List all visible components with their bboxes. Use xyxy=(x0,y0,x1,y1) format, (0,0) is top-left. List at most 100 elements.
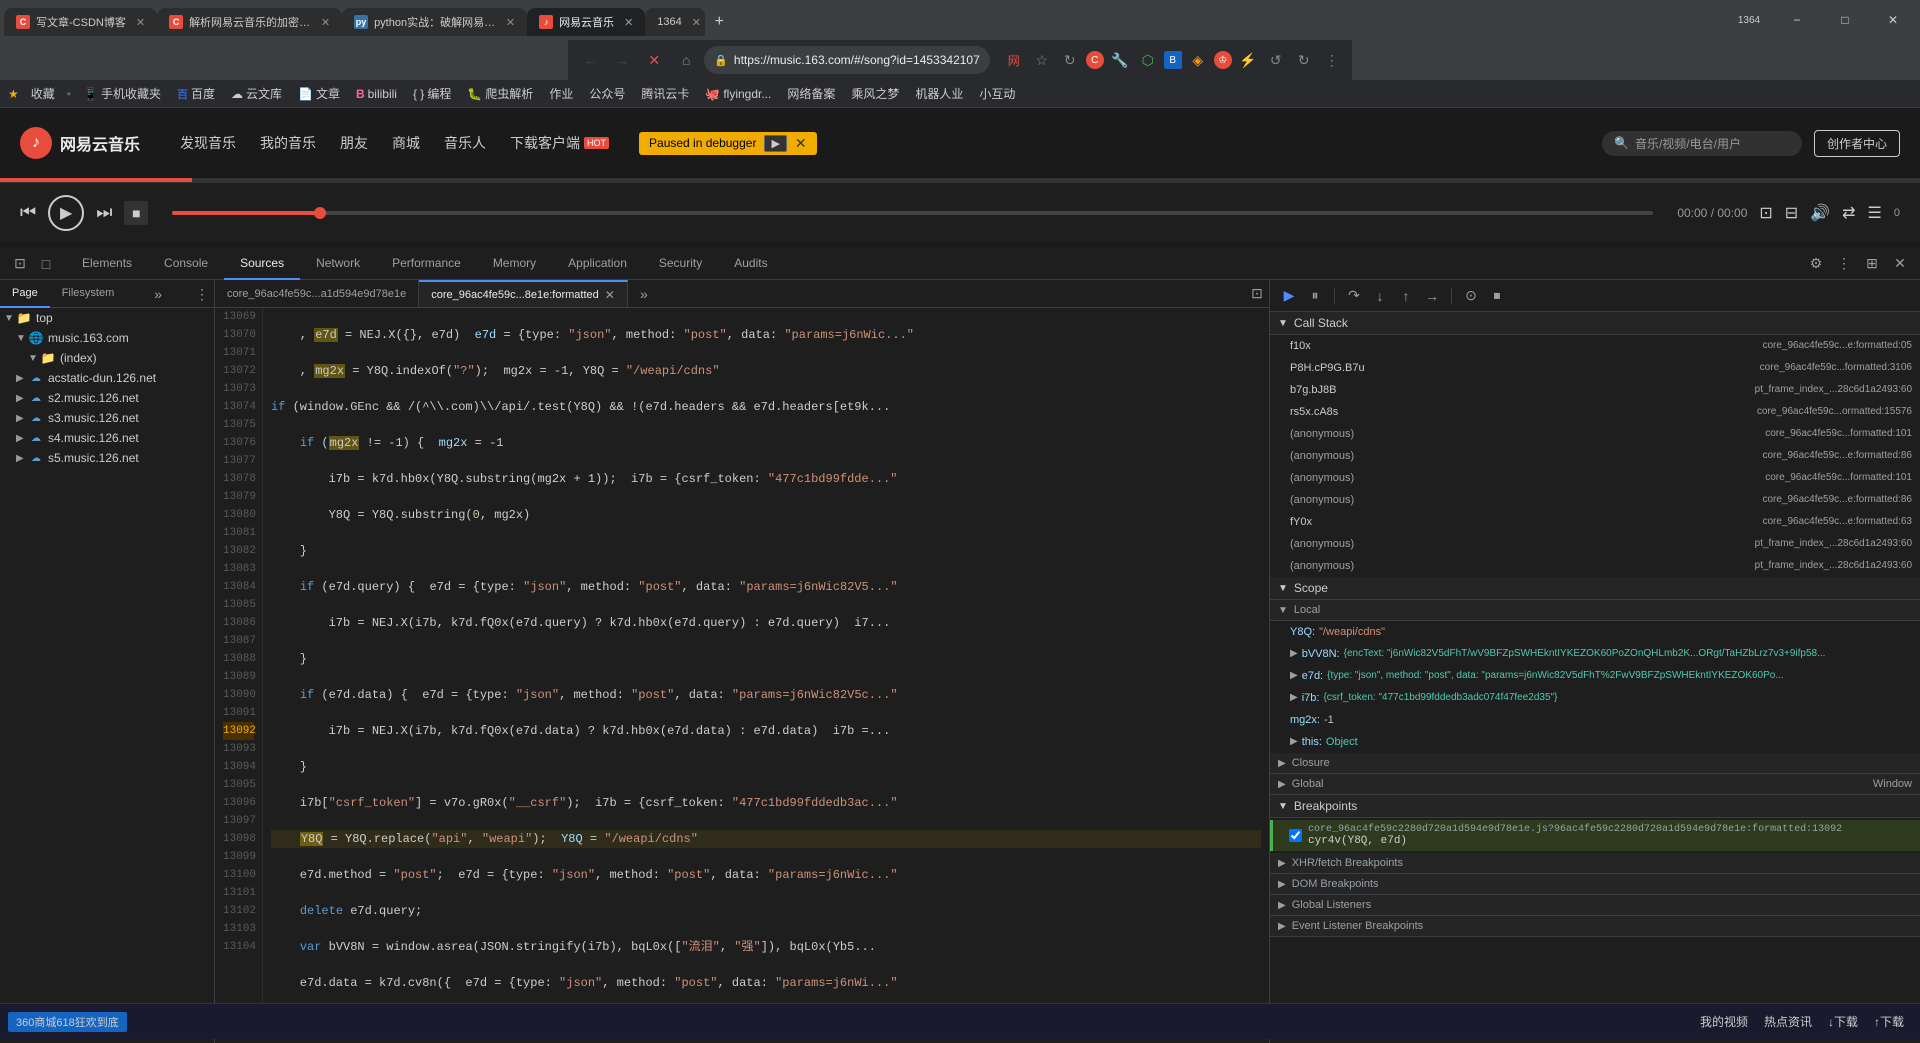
tab-1-close[interactable]: ✕ xyxy=(136,16,145,29)
window-close[interactable]: ✕ xyxy=(1870,4,1916,36)
sidebar-tab-page[interactable]: Page xyxy=(0,280,50,308)
breakpoints-header[interactable]: ▼ Breakpoints xyxy=(1270,795,1920,818)
share-icon[interactable]: ⊟ xyxy=(1785,203,1798,223)
prev-button[interactable]: ⏮ xyxy=(20,202,36,223)
step-out-btn[interactable]: ↑ xyxy=(1395,285,1417,307)
play-button[interactable]: ▶ xyxy=(48,195,84,231)
call-stack-item-7[interactable]: (anonymous) core_96ac4fe59c...e:formatte… xyxy=(1270,489,1920,511)
bm-item-homework[interactable]: 作业 xyxy=(545,83,577,104)
scope-item-mg2x[interactable]: mg2x: -1 xyxy=(1270,709,1920,731)
ext5-icon[interactable]: ◈ xyxy=(1186,48,1210,72)
shuffle-icon[interactable]: ⇄ xyxy=(1842,203,1855,223)
event-listener-header[interactable]: ▶ Event Listener Breakpoints xyxy=(1270,916,1920,937)
tree-item-s4[interactable]: ▶ ☁ s4.music.126.net xyxy=(0,428,214,448)
list-icon[interactable]: ☰ xyxy=(1868,203,1882,223)
expand-this[interactable]: ▶ xyxy=(1290,733,1298,751)
star-icon[interactable]: ☆ xyxy=(1030,48,1054,72)
forward-button[interactable]: → xyxy=(608,46,636,74)
taskbar-item-360[interactable]: 360商城618狂欢到底 xyxy=(8,1012,127,1032)
tab-2-close[interactable]: ✕ xyxy=(321,16,330,29)
browser-tab-5[interactable]: 1364 ✕ xyxy=(645,8,705,36)
nav-download[interactable]: 下载客户端 HOT xyxy=(510,129,609,157)
scope-header[interactable]: ▼ Scope xyxy=(1270,577,1920,600)
ext4-icon[interactable]: B xyxy=(1164,51,1182,69)
browser-tab-2[interactable]: C 解析网易云音乐的加密方式 - 简... ✕ xyxy=(157,8,342,36)
tab-performance[interactable]: Performance xyxy=(376,248,477,280)
volume-icon[interactable]: 🔊 xyxy=(1810,203,1830,223)
bm-item-robot[interactable]: 机器人业 xyxy=(911,83,967,104)
progress-bar[interactable] xyxy=(172,211,1653,215)
rotate-right-icon[interactable]: ↻ xyxy=(1292,48,1316,72)
close-devtools-icon[interactable]: ✕ xyxy=(1888,252,1912,276)
call-stack-item-8[interactable]: fY0x core_96ac4fe59c...e:formatted:63 xyxy=(1270,511,1920,533)
heart-icon[interactable]: ⊡ xyxy=(1759,203,1772,223)
call-stack-item-10[interactable]: (anonymous) pt_frame_index_...28c6d1a249… xyxy=(1270,555,1920,577)
ext3-icon[interactable]: ⬡ xyxy=(1136,48,1160,72)
expand-bvv8n[interactable]: ▶ xyxy=(1290,645,1298,663)
tree-item-top[interactable]: ▼ 📁 top xyxy=(0,308,214,328)
device-icon[interactable]: □ xyxy=(34,252,58,276)
netease-logo[interactable]: ♪ 网易云音乐 xyxy=(20,127,140,159)
expand-i7b[interactable]: ▶ xyxy=(1290,689,1298,707)
tab-network[interactable]: Network xyxy=(300,248,376,280)
deactivate-btn[interactable]: ⊙ xyxy=(1460,285,1482,307)
detach-icon[interactable]: ⊞ xyxy=(1860,252,1884,276)
bm-item-tencent[interactable]: 腾讯云卡 xyxy=(637,83,693,104)
nav-friends[interactable]: 朋友 xyxy=(340,129,368,157)
tab-4-close[interactable]: ✕ xyxy=(624,16,633,29)
nav-discover[interactable]: 发现音乐 xyxy=(180,129,236,157)
browser-tab-3[interactable]: py python实战：破解网易云音乐p... ✕ xyxy=(342,8,527,36)
xhr-header[interactable]: ▶ XHR/fetch Breakpoints xyxy=(1270,853,1920,874)
dom-header[interactable]: ▶ DOM Breakpoints xyxy=(1270,874,1920,895)
bm-item-xiaohudong[interactable]: 小互动 xyxy=(975,83,1019,104)
scope-item-bvv8n[interactable]: ▶ bVV8N: {encText: "j6nWic82V5dFhT/wV9BF… xyxy=(1270,643,1920,665)
search-box[interactable]: 🔍 音乐/视频/电台/用户 xyxy=(1602,131,1802,156)
breakpoint-item-0[interactable]: core_96ac4fe59c2280d720a1d594e9d78e1e.js… xyxy=(1270,820,1920,851)
code-view[interactable]: 13069 13070 13071 13072 13073 13074 1307… xyxy=(215,308,1269,1011)
tab-memory[interactable]: Memory xyxy=(477,248,552,280)
resume-debug-btn[interactable]: ▶ xyxy=(764,135,786,152)
new-tab-button[interactable]: + xyxy=(705,8,733,36)
step-into-btn[interactable]: ↓ xyxy=(1369,285,1391,307)
scope-item-y8q[interactable]: Y8Q: "/weapi/cdns" xyxy=(1270,621,1920,643)
tab-application[interactable]: Application xyxy=(552,248,643,280)
menu-icon[interactable]: ⋮ xyxy=(1320,48,1344,72)
bm-item-baidu[interactable]: 百 百度 xyxy=(173,83,219,104)
editor-tab-2[interactable]: core_96ac4fe59c...8e1e:formatted ✕ xyxy=(419,280,628,308)
call-stack-item-2[interactable]: b7g.bJ8B pt_frame_index_...28c6d1a2493:6… xyxy=(1270,379,1920,401)
settings-icon[interactable]: ⚙ xyxy=(1804,252,1828,276)
taskbar-upload[interactable]: ↑下载 xyxy=(1874,1013,1904,1030)
window-maximize[interactable]: □ xyxy=(1822,4,1868,36)
call-stack-item-0[interactable]: f10x core_96ac4fe59c...e:formatted:05 xyxy=(1270,335,1920,357)
sidebar-options-btn[interactable]: ⋮ xyxy=(190,280,214,308)
closure-header[interactable]: ▶ Closure xyxy=(1270,753,1920,774)
window-minimize[interactable]: − xyxy=(1774,4,1820,36)
bm-item-article[interactable]: 📄 文章 xyxy=(294,83,344,104)
resume-button[interactable]: ▶ xyxy=(1278,285,1300,307)
tree-item-music163[interactable]: ▼ 🌐 music.163.com xyxy=(0,328,214,348)
nav-musician[interactable]: 音乐人 xyxy=(444,129,486,157)
address-bar[interactable]: 🔒 https://music.163.com/#/song?id=145334… xyxy=(704,46,990,74)
call-stack-item-9[interactable]: (anonymous) pt_frame_index_...28c6d1a249… xyxy=(1270,533,1920,555)
bm-item-yunwenku[interactable]: ☁ 云文库 xyxy=(227,83,286,104)
scope-item-e7d[interactable]: ▶ e7d: {type: "json", method: "post", da… xyxy=(1270,665,1920,687)
tree-item-s2[interactable]: ▶ ☁ s2.music.126.net xyxy=(0,388,214,408)
scope-item-this[interactable]: ▶ this: Object xyxy=(1270,731,1920,753)
editor-tab-2-close[interactable]: ✕ xyxy=(605,288,615,302)
bm-item-flyingdr[interactable]: 🐙 flyingdr... xyxy=(701,85,775,103)
global-scope-header[interactable]: ▶ Global Window xyxy=(1270,774,1920,795)
editor-tabs-more[interactable]: » xyxy=(632,282,656,306)
rotate-left-icon[interactable]: ↺ xyxy=(1264,48,1288,72)
call-stack-item-5[interactable]: (anonymous) core_96ac4fe59c...e:formatte… xyxy=(1270,445,1920,467)
sidebar-tab-filesystem[interactable]: Filesystem xyxy=(50,280,127,308)
nav-store[interactable]: 商城 xyxy=(392,129,420,157)
call-stack-item-3[interactable]: rs5x.cA8s core_96ac4fe59c...ormatted:155… xyxy=(1270,401,1920,423)
breakpoint-checkbox-0[interactable] xyxy=(1289,829,1302,842)
window-back-btn[interactable]: 1364 xyxy=(1726,4,1772,36)
tree-item-s5[interactable]: ▶ ☁ s5.music.126.net xyxy=(0,448,214,468)
reload-button[interactable]: ✕ xyxy=(640,46,668,74)
creator-button[interactable]: 创作者中心 xyxy=(1814,130,1900,157)
browser-tab-1[interactable]: C 写文章-CSDN博客 ✕ xyxy=(4,8,157,36)
ext7-icon[interactable]: ⚡ xyxy=(1236,48,1260,72)
tree-item-s3[interactable]: ▶ ☁ s3.music.126.net xyxy=(0,408,214,428)
